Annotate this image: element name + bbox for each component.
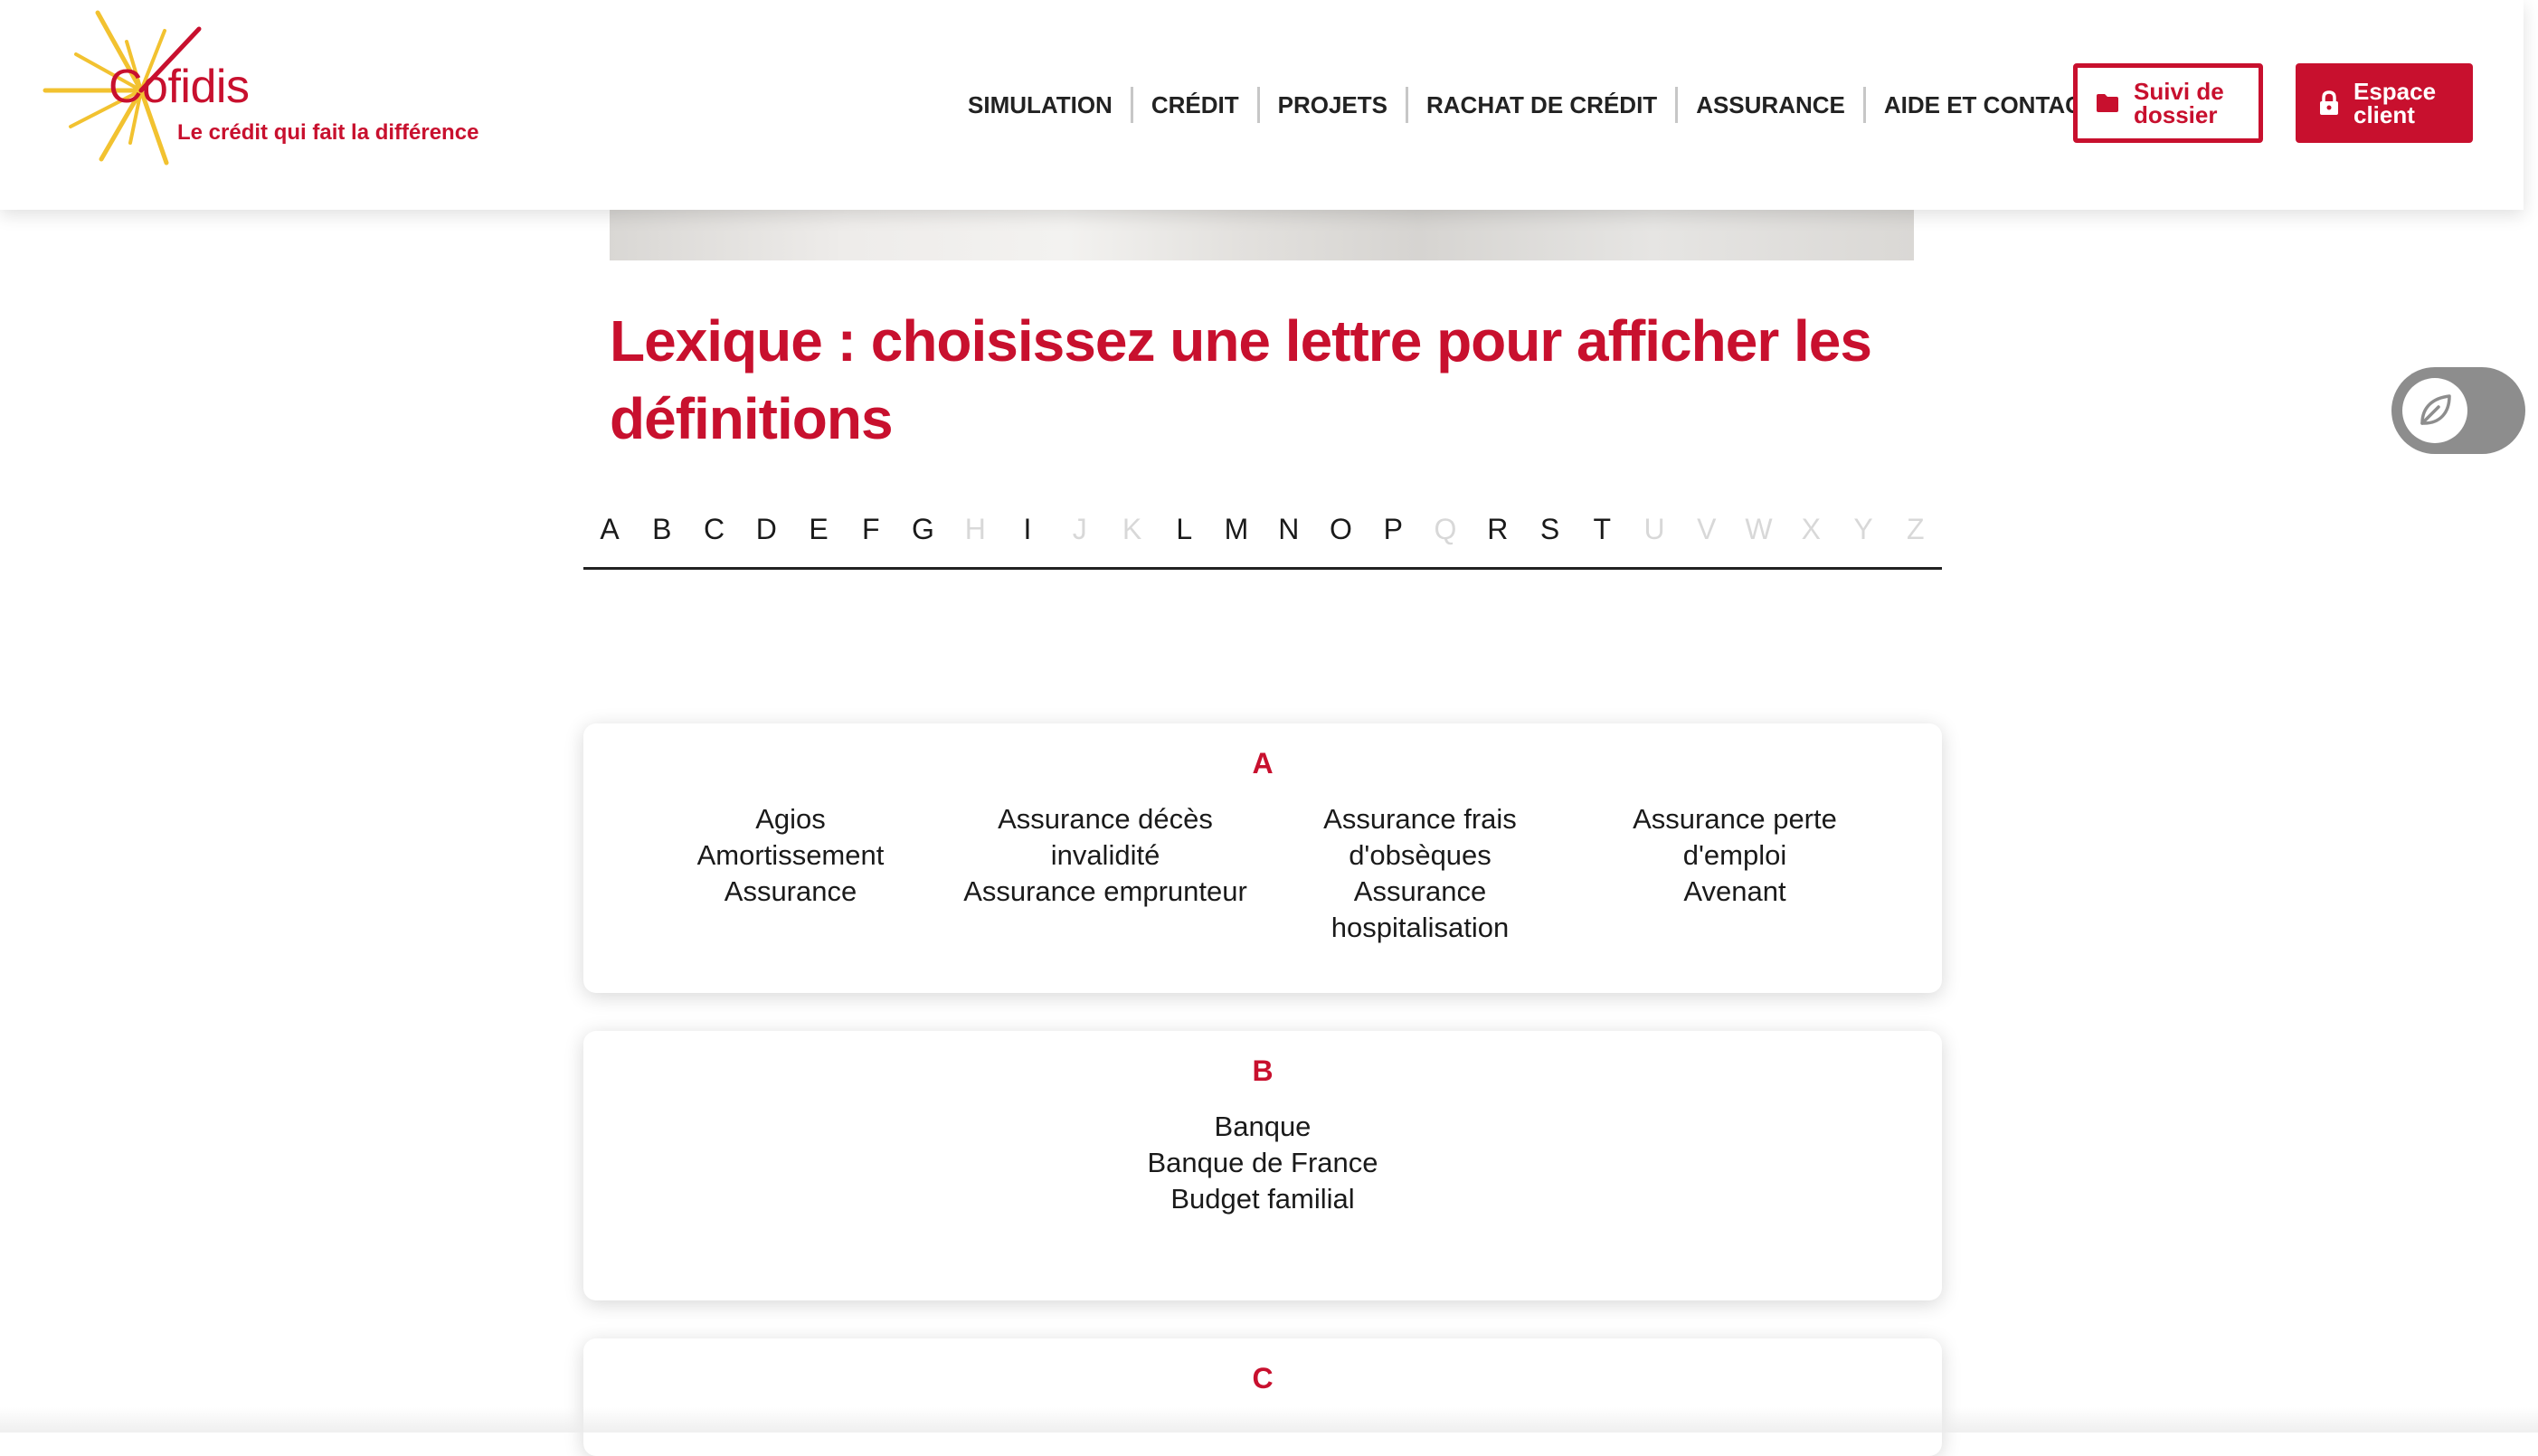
eco-toggle-knob (2402, 378, 2467, 443)
term-link[interactable]: Assurance frais d'obsèques (1274, 801, 1567, 874)
section-letter: C (1252, 1362, 1274, 1395)
terms-column: Assurance perte d'emploi Avenant (1588, 801, 1881, 946)
letter-link-s[interactable]: S (1533, 506, 1567, 567)
letter-link-n[interactable]: N (1272, 506, 1306, 567)
letter-link-v: V (1697, 513, 1717, 545)
main-nav: SIMULATION CRÉDIT PROJETS RACHAT DE CRÉD… (950, 87, 2115, 123)
nav-item-credit[interactable]: CRÉDIT (1133, 87, 1257, 123)
letter-link-e[interactable]: E (801, 506, 836, 567)
letter-link-a[interactable]: A (592, 506, 627, 567)
brand-name: Cofidis (109, 61, 250, 113)
terms-column: Banque Banque de France Budget familial (1116, 1109, 1409, 1217)
term-link[interactable]: Banque (1116, 1109, 1409, 1145)
alphabet-nav: ABCDEFGHIJ KLMNOPQRSTUVWXY Z (583, 506, 1942, 570)
leaf-icon (2420, 394, 2451, 425)
terms-column: Assurance décès invalidité Assurance emp… (959, 801, 1252, 946)
eco-mode-toggle[interactable] (2391, 367, 2525, 454)
letter-link-h: H (964, 513, 986, 545)
section-letter: B (1252, 1054, 1274, 1087)
bottom-fade (0, 1407, 2538, 1432)
letter-link-g[interactable]: G (906, 506, 941, 567)
terms-column: Agios Amortissement Assurance (644, 801, 937, 946)
letter-section-a: A Agios Amortissement Assurance Assuranc… (583, 723, 1942, 993)
terms-grid: Agios Amortissement Assurance Assurance … (583, 801, 1942, 946)
letter-link-b[interactable]: B (645, 506, 679, 567)
espace-client-button[interactable]: Espace client (2296, 63, 2473, 143)
suivi-de-dossier-button[interactable]: Suivi de dossier (2073, 63, 2263, 143)
lock-icon (2320, 90, 2338, 115)
site-header: Cofidis Le crédit qui fait la différence… (0, 0, 2524, 210)
letter-link-t[interactable]: T (1585, 506, 1619, 567)
cofidis-logo[interactable]: Cofidis Le crédit qui fait la différence (40, 7, 510, 166)
letter-link-w: W (1745, 513, 1773, 545)
letter-link-q: Q (1434, 513, 1457, 545)
nav-item-rachat-de-credit[interactable]: RACHAT DE CRÉDIT (1408, 87, 1675, 123)
term-link[interactable]: Assurance (644, 874, 937, 910)
term-link[interactable]: Assurance hospitalisation (1274, 874, 1567, 946)
term-link[interactable]: Banque de France (1116, 1145, 1409, 1181)
suivi-de-dossier-label: Suivi de dossier (2134, 78, 2224, 128)
terms-column: Assurance frais d'obsèques Assurance hos… (1274, 801, 1567, 946)
letter-link-y: Y (1853, 513, 1873, 545)
hero-image (610, 210, 1914, 260)
page-title: Lexique : choisissez une lettre pour aff… (610, 308, 1872, 451)
letter-link-m[interactable]: M (1219, 506, 1254, 567)
letter-link-c[interactable]: C (697, 506, 732, 567)
term-link[interactable]: Assurance décès invalidité (959, 801, 1252, 874)
letter-section-c: C (583, 1338, 1942, 1456)
term-link[interactable]: Budget familial (1116, 1181, 1409, 1217)
letter-link-r[interactable]: R (1481, 506, 1515, 567)
letter-link-k: K (1122, 513, 1142, 545)
nav-item-projets[interactable]: PROJETS (1260, 87, 1406, 123)
folder-icon (2097, 94, 2118, 112)
term-link[interactable]: Avenant (1588, 874, 1881, 910)
letter-link-d[interactable]: D (749, 506, 783, 567)
espace-client-label: Espace client (2353, 78, 2437, 128)
brand-tagline: Le crédit qui fait la différence (177, 120, 479, 145)
term-link[interactable]: Assurance emprunteur (959, 874, 1252, 910)
terms-grid: Banque Banque de France Budget familial (583, 1109, 1942, 1217)
letter-link-x: X (1801, 513, 1821, 545)
letter-link-o[interactable]: O (1324, 506, 1359, 567)
section-letter: A (1252, 747, 1274, 780)
letter-link-j: J (1072, 513, 1087, 545)
letter-link-p[interactable]: P (1376, 506, 1410, 567)
letter-link-l[interactable]: L (1167, 506, 1201, 567)
letter-link-i[interactable]: I (1010, 506, 1045, 567)
term-link[interactable]: Amortissement (644, 837, 937, 874)
nav-item-simulation[interactable]: SIMULATION (950, 87, 1131, 123)
term-link[interactable]: Agios (644, 801, 937, 837)
letter-link-z: Z (1906, 513, 1925, 545)
letter-link-u: U (1643, 513, 1665, 545)
letter-section-b: B Banque Banque de France Budget familia… (583, 1031, 1942, 1300)
letter-link-f[interactable]: F (854, 506, 888, 567)
nav-item-assurance[interactable]: ASSURANCE (1678, 87, 1863, 123)
term-link[interactable]: Assurance perte d'emploi (1588, 801, 1881, 874)
